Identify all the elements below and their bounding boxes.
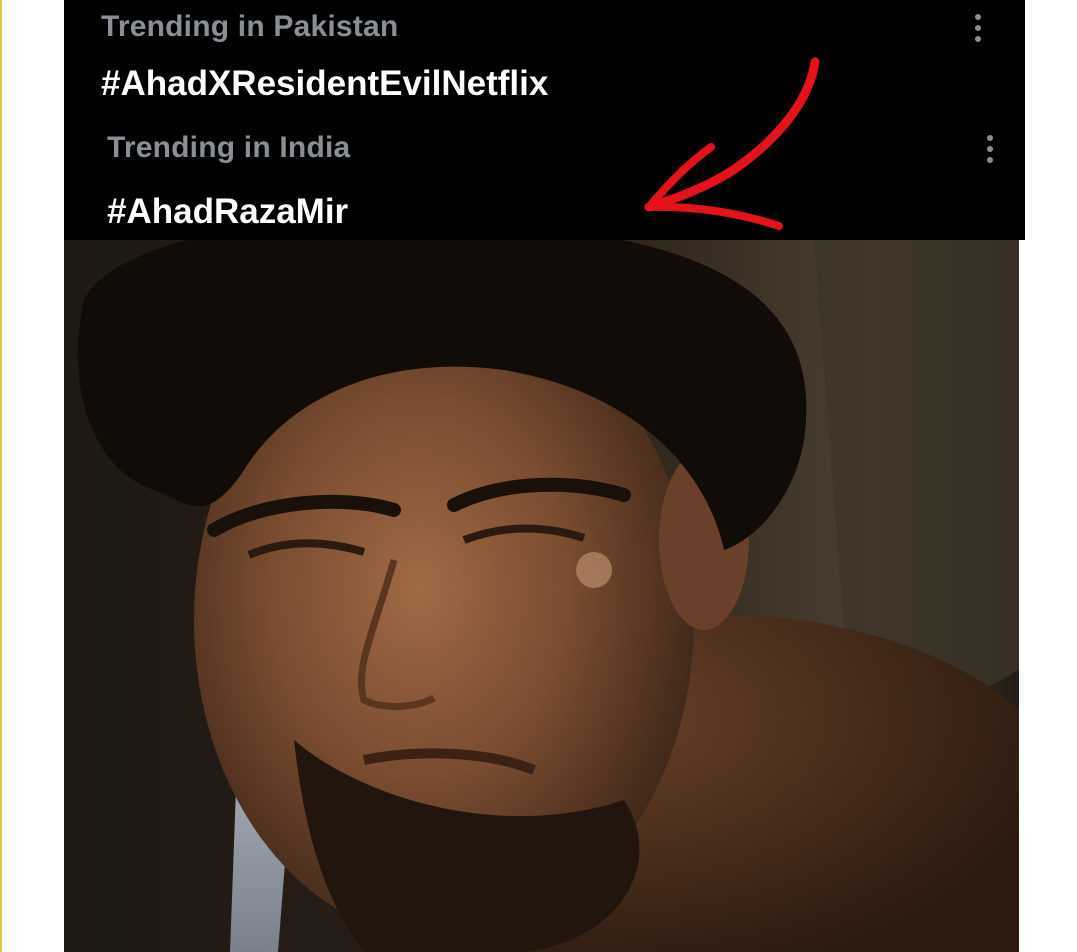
portrait-image [64,240,1019,952]
border-strip [0,0,2,952]
trends-panel: Trending in Pakistan #AhadXResidentEvilN… [64,0,1025,240]
screenshot-page: Trending in Pakistan #AhadXResidentEvilN… [0,0,1077,952]
trend-category-label: Trending in India [107,131,351,164]
red-arrow-annotation [644,57,820,230]
more-vertical-icon[interactable] [968,11,988,45]
more-vertical-icon[interactable] [980,132,1000,166]
portrait-photo [64,240,1019,952]
trend-hashtag[interactable]: #AhadXResidentEvilNetflix [101,64,548,104]
trend-hashtag[interactable]: #AhadRazaMir [107,192,348,232]
trend-category-label: Trending in Pakistan [101,10,399,43]
